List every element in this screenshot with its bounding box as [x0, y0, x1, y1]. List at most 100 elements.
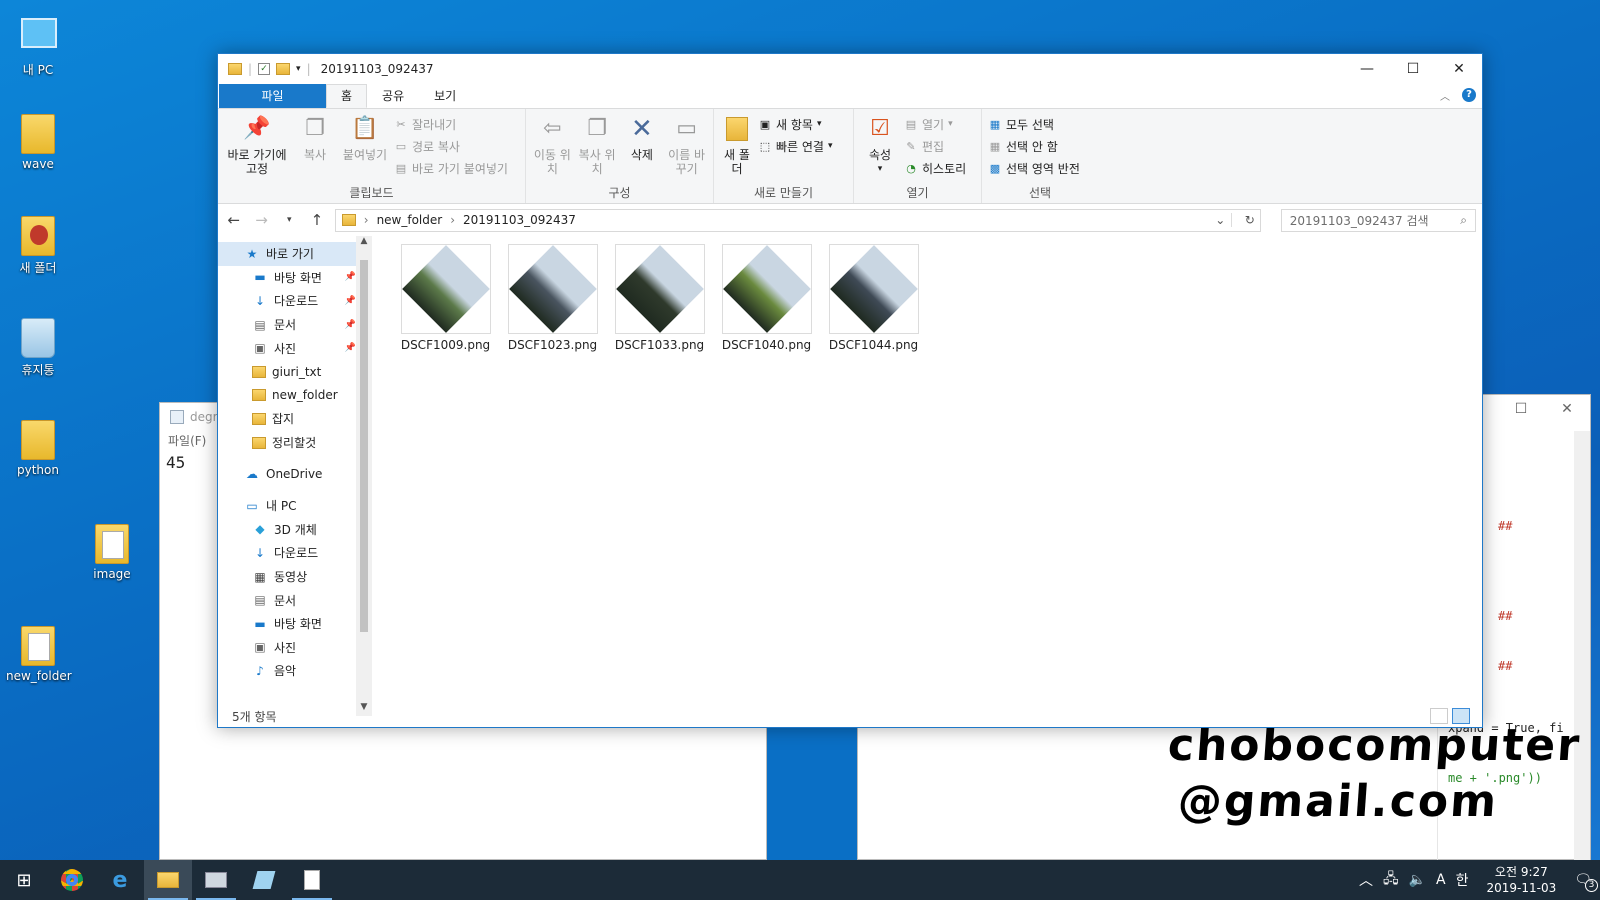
tab-view[interactable]: 보기	[419, 84, 471, 108]
paste-shortcut-button[interactable]: ▤ 바로 가기 붙여넣기	[394, 159, 508, 177]
image-app-icon[interactable]	[192, 860, 240, 900]
nav-music[interactable]: ♪ 음악	[218, 659, 356, 683]
delete-button[interactable]: ✕ 삭제	[622, 113, 663, 185]
volume-icon[interactable]: 🔈	[1409, 872, 1426, 888]
nav-pictures[interactable]: ▣ 사진 📌	[218, 336, 356, 360]
back-arrow-icon[interactable]: ←	[224, 211, 244, 229]
file-item[interactable]: DSCF1033.png	[606, 244, 713, 716]
file-explorer-window[interactable]: | ✓ ▾ | 20191103_092437 — ☐ ✕ 파일 홈 공유 보기…	[217, 53, 1483, 728]
thumbnail-image	[508, 245, 597, 333]
properties-button[interactable]: ☑ 속성 ▾	[860, 113, 900, 185]
nav-pc-downloads[interactable]: ↓ 다운로드	[218, 541, 356, 565]
breadcrumb-current[interactable]: 20191103_092437	[463, 213, 576, 227]
language-indicator[interactable]: 한	[1456, 870, 1469, 890]
nav-magazine[interactable]: 잡지	[218, 407, 356, 431]
select-all-button[interactable]: ▦ 모두 선택	[988, 115, 1080, 133]
easy-access-button[interactable]: ⬚ 빠른 연결 ▾	[758, 137, 833, 155]
select-none-button[interactable]: ▦ 선택 안 함	[988, 137, 1080, 155]
show-hidden-icons-chevron-icon[interactable]: ︿	[1359, 870, 1373, 890]
copy-button[interactable]: ❐ 복사	[294, 113, 336, 185]
tab-share[interactable]: 공유	[367, 84, 419, 108]
action-center-icon[interactable]: 🗨 3	[1574, 872, 1598, 892]
desktop-icon-new-folder-kr[interactable]: 새 폴더	[6, 216, 70, 276]
ime-mode[interactable]: A	[1436, 872, 1446, 888]
desktop-icon-image[interactable]: image	[80, 524, 144, 581]
nav-videos[interactable]: ▦ 동영상	[218, 565, 356, 589]
cut-button[interactable]: ✂ 잘라내기	[394, 115, 508, 133]
file-explorer-taskbar-icon[interactable]	[144, 860, 192, 900]
desktop-icon-recycle-bin[interactable]: 휴지통	[6, 318, 70, 378]
copy-to-button[interactable]: ❐ 복사 위치	[577, 113, 618, 185]
pin-quick-access-button[interactable]: 📌 바로 가기에 고정	[224, 113, 290, 185]
network-icon[interactable]: 🖧	[1383, 868, 1399, 892]
nav-3d-objects[interactable]: ◆ 3D 개체	[218, 518, 356, 542]
close-icon[interactable]: ✕	[1544, 401, 1590, 417]
nav-to-organize[interactable]: 정리할것	[218, 431, 356, 455]
breadcrumb-new-folder[interactable]: new_folder	[377, 213, 443, 227]
rename-label: 이름 바꾸기	[668, 148, 706, 176]
nav-quick-access[interactable]: ★ 바로 가기	[218, 242, 356, 266]
desktop-icon-python[interactable]: python	[6, 420, 70, 477]
copy-path-button[interactable]: ▭ 경로 복사	[394, 137, 508, 155]
code-scrollbar[interactable]	[1574, 431, 1590, 861]
nav-pc-documents[interactable]: ▤ 문서	[218, 588, 356, 612]
properties-icon[interactable]: ✓	[258, 63, 271, 75]
maximize-icon[interactable]: ☐	[1498, 401, 1544, 417]
notepad-taskbar-icon[interactable]	[240, 860, 288, 900]
collapse-ribbon-icon[interactable]: ︿	[1440, 88, 1450, 103]
nav-downloads[interactable]: ↓ 다운로드 📌	[218, 289, 356, 313]
maximize-button[interactable]: ☐	[1390, 54, 1436, 84]
forward-arrow-icon[interactable]: →	[252, 211, 272, 229]
file-item[interactable]: DSCF1009.png	[392, 244, 499, 716]
help-icon[interactable]: ?	[1462, 88, 1476, 102]
new-folder-button[interactable]: 새 폴더	[720, 113, 754, 185]
file-item[interactable]: DSCF1023.png	[499, 244, 606, 716]
rename-button[interactable]: ▭ 이름 바꾸기	[666, 113, 707, 185]
up-arrow-icon[interactable]: ↑	[307, 211, 327, 229]
computer-icon: ▭	[246, 498, 258, 513]
address-dropdown-icon[interactable]: ⌄	[1210, 213, 1232, 227]
pictures-icon: ▣	[254, 640, 266, 655]
nav-giuri-txt[interactable]: giuri_txt	[218, 360, 356, 384]
history-button[interactable]: ◔ 히스토리	[904, 159, 966, 177]
file-item[interactable]: DSCF1040.png	[713, 244, 820, 716]
edge-icon[interactable]: e	[96, 860, 144, 900]
minimize-button[interactable]: —	[1344, 54, 1390, 84]
nav-documents[interactable]: ▤ 문서 📌	[218, 313, 356, 337]
large-icons-view-icon[interactable]	[1452, 708, 1470, 724]
scroll-up-icon[interactable]: ▲	[356, 236, 372, 250]
start-windows-icon[interactable]: ⊞	[0, 860, 48, 900]
customize-dropdown-icon[interactable]: ▾	[296, 64, 301, 74]
nav-onedrive[interactable]: ☁ OneDrive	[218, 462, 356, 486]
clock[interactable]: 오전 9:27 2019-11-03	[1486, 864, 1556, 896]
pin-icon: 📌	[344, 272, 356, 283]
close-button[interactable]: ✕	[1436, 54, 1482, 84]
file-item[interactable]: DSCF1044.png	[820, 244, 927, 716]
open-button[interactable]: ▤ 열기 ▾	[904, 115, 966, 133]
edit-button[interactable]: ✎ 편집	[904, 137, 966, 155]
search-input[interactable]: 20191103_092437 검색 ⌕	[1280, 208, 1476, 232]
paste-button[interactable]: 📋 붙여넣기	[340, 113, 390, 185]
desktop-icon-new-folder[interactable]: new_folder	[6, 626, 72, 683]
tab-file[interactable]: 파일	[219, 84, 326, 108]
new-item-button[interactable]: ▣ 새 항목 ▾	[758, 115, 833, 133]
move-to-button[interactable]: ⇦ 이동 위치	[532, 113, 573, 185]
nav-pc-pictures[interactable]: ▣ 사진	[218, 636, 356, 660]
nav-desktop[interactable]: ▬ 바탕 화면 📌	[218, 266, 356, 290]
desktop-icon-this-pc[interactable]: 내 PC	[6, 12, 70, 78]
details-view-icon[interactable]	[1430, 708, 1448, 724]
nav-this-pc[interactable]: ▭ 내 PC	[218, 494, 356, 518]
nav-scrollbar[interactable]: ▲ ▼	[356, 236, 372, 716]
desktop-icon-wave[interactable]: wave	[6, 114, 70, 171]
address-bar[interactable]: › new_folder › 20191103_092437 ⌄ ↻	[334, 208, 1261, 232]
nav-pc-desktop[interactable]: ▬ 바탕 화면	[218, 612, 356, 636]
recent-locations-icon[interactable]: ▾	[279, 215, 299, 225]
refresh-icon[interactable]: ↻	[1240, 213, 1260, 227]
invert-selection-button[interactable]: ▩ 선택 영역 반전	[988, 159, 1080, 177]
chrome-icon[interactable]	[48, 860, 96, 900]
python-file-icon[interactable]	[288, 860, 336, 900]
tab-home[interactable]: 홈	[326, 84, 368, 108]
new-folder-icon[interactable]	[276, 63, 291, 75]
scrollbar-thumb[interactable]	[360, 260, 368, 632]
nav-new-folder[interactable]: new_folder	[218, 384, 356, 408]
